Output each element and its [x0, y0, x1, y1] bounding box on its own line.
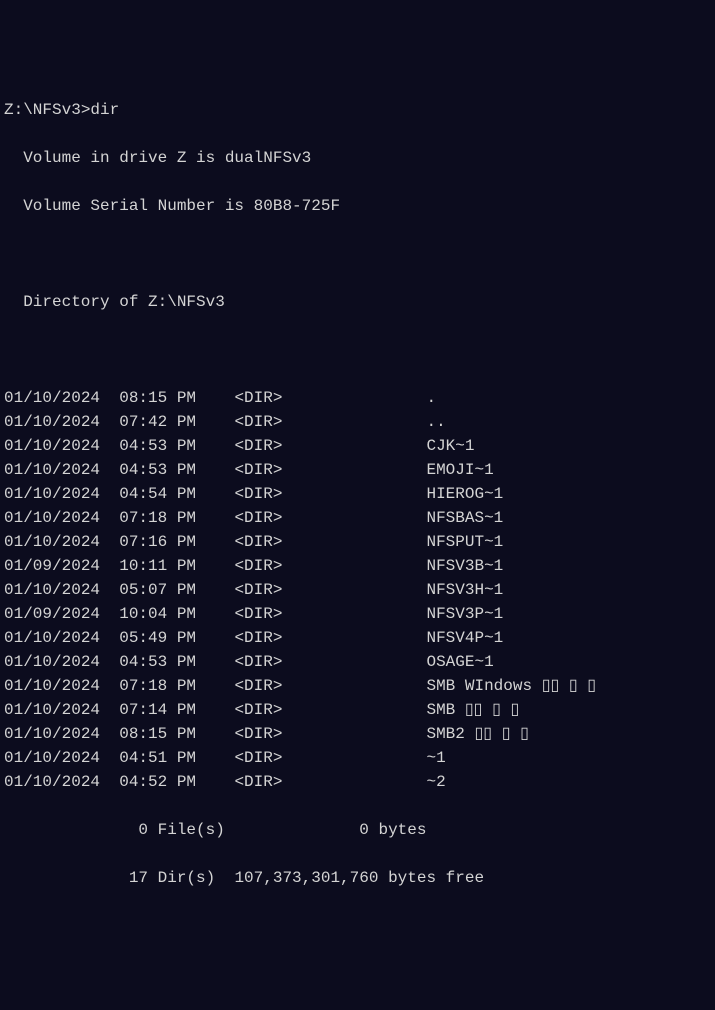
dir-entry: 01/10/2024 04:53 PM <DIR> OSAGE~1	[4, 650, 711, 674]
blank-separator	[4, 338, 711, 362]
dir-entry: 01/10/2024 05:07 PM <DIR> NFSV3H~1	[4, 578, 711, 602]
dir-entry: 01/10/2024 08:15 PM <DIR> SMB2 ▯▯ ▯ ▯	[4, 722, 711, 746]
directory-header: Directory of Z:\NFSv3	[4, 290, 711, 314]
command-prompt-line[interactable]: Z:\NFSv3>dir	[4, 98, 711, 122]
serial-info: Volume Serial Number is 80B8-725F	[4, 194, 711, 218]
dir-entry: 01/10/2024 08:15 PM <DIR> .	[4, 386, 711, 410]
dir-entry: 01/10/2024 04:53 PM <DIR> EMOJI~1	[4, 458, 711, 482]
dir-entry: 01/10/2024 04:53 PM <DIR> CJK~1	[4, 434, 711, 458]
directory-listing: 01/10/2024 08:15 PM <DIR> .01/10/2024 07…	[4, 386, 711, 794]
command-text: dir	[90, 101, 119, 119]
blank-separator	[4, 242, 711, 266]
dir-entry: 01/10/2024 05:49 PM <DIR> NFSV4P~1	[4, 626, 711, 650]
dir-entry: 01/10/2024 04:54 PM <DIR> HIEROG~1	[4, 482, 711, 506]
dir-entry: 01/10/2024 07:42 PM <DIR> ..	[4, 410, 711, 434]
dir-entry: 01/10/2024 07:18 PM <DIR> SMB WIndows ▯▯…	[4, 674, 711, 698]
dir-entry: 01/10/2024 07:18 PM <DIR> NFSBAS~1	[4, 506, 711, 530]
volume-info: Volume in drive Z is dualNFSv3	[4, 146, 711, 170]
dir-entry: 01/10/2024 07:14 PM <DIR> SMB ▯▯ ▯ ▯	[4, 698, 711, 722]
dir-entry: 01/10/2024 04:52 PM <DIR> ~2	[4, 770, 711, 794]
file-count-summary: 0 File(s) 0 bytes	[4, 818, 711, 842]
prompt-text: Z:\NFSv3>	[4, 101, 90, 119]
dir-entry: 01/10/2024 04:51 PM <DIR> ~1	[4, 746, 711, 770]
dir-entry: 01/09/2024 10:11 PM <DIR> NFSV3B~1	[4, 554, 711, 578]
dir-entry: 01/09/2024 10:04 PM <DIR> NFSV3P~1	[4, 602, 711, 626]
dir-count-summary: 17 Dir(s) 107,373,301,760 bytes free	[4, 866, 711, 890]
dir-entry: 01/10/2024 07:16 PM <DIR> NFSPUT~1	[4, 530, 711, 554]
